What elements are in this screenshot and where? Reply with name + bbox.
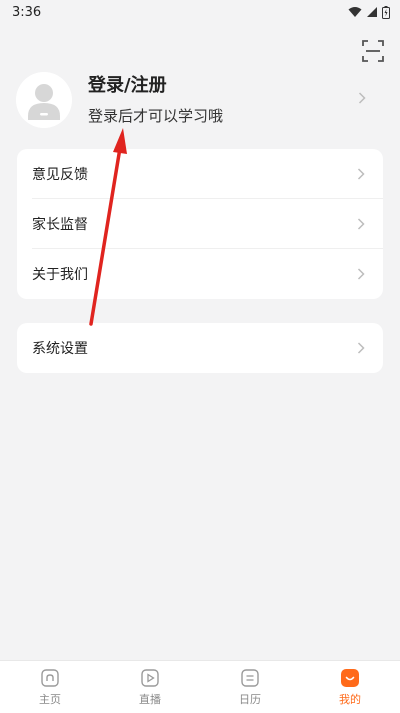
menu-item-parental-supervision[interactable]: 家长监督 <box>17 199 383 249</box>
login-register-title[interactable]: 登录/注册 <box>88 74 384 98</box>
login-profile-header[interactable]: 登录/注册 登录后才可以学习哦 <box>16 70 384 130</box>
profile-icon <box>341 668 359 687</box>
chevron-right-icon <box>357 342 365 354</box>
nav-label: 我的 <box>339 692 361 706</box>
home-icon <box>41 668 59 687</box>
status-bar: 3:36 <box>0 0 400 24</box>
live-icon <box>141 668 159 687</box>
profile-text: 登录/注册 登录后才可以学习哦 <box>88 74 384 126</box>
menu-item-label: 系统设置 <box>32 341 88 357</box>
nav-label: 日历 <box>239 692 261 706</box>
nav-item-home[interactable]: 主页 <box>0 661 100 713</box>
calendar-icon <box>241 668 259 687</box>
signal-icon <box>367 7 377 17</box>
chevron-right-icon <box>358 92 366 104</box>
nav-item-profile[interactable]: 我的 <box>300 661 400 713</box>
battery-icon <box>382 5 390 19</box>
status-time: 3:36 <box>12 4 42 20</box>
default-avatar-icon[interactable] <box>16 72 72 128</box>
nav-item-live[interactable]: 直播 <box>100 661 200 713</box>
wifi-icon <box>348 7 362 17</box>
login-hint-text: 登录后才可以学习哦 <box>88 107 224 125</box>
chevron-right-icon <box>357 168 365 180</box>
menu-item-label: 意见反馈 <box>32 167 88 183</box>
menu-card-settings: 系统设置 <box>17 323 383 373</box>
nav-label: 主页 <box>39 692 61 706</box>
chevron-right-icon <box>357 218 365 230</box>
menu-card-general: 意见反馈 家长监督 关于我们 <box>17 149 383 299</box>
menu-item-label: 家长监督 <box>32 217 88 233</box>
scan-icon[interactable] <box>362 40 384 62</box>
status-icons <box>348 5 390 19</box>
menu-item-system-settings[interactable]: 系统设置 <box>17 323 383 373</box>
menu-item-about-us[interactable]: 关于我们 <box>17 249 383 299</box>
menu-item-feedback[interactable]: 意见反馈 <box>17 149 383 199</box>
nav-label: 直播 <box>139 692 161 706</box>
chevron-right-icon <box>357 268 365 280</box>
bottom-nav: 主页 直播 日历 我的 <box>0 660 400 713</box>
menu-item-label: 关于我们 <box>32 267 88 283</box>
nav-item-calendar[interactable]: 日历 <box>200 661 300 713</box>
